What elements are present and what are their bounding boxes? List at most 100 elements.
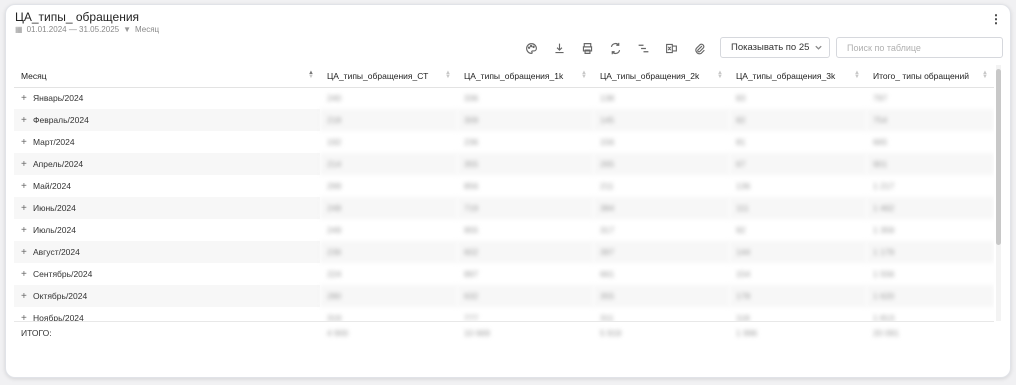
- value-cell: 856: [464, 181, 479, 191]
- download-icon[interactable]: [552, 41, 566, 55]
- data-table: Месяц ▲ ▼ ЦА_типы_обращения_СТ ▲ ▼ ЦА_типы_о…: [14, 65, 994, 321]
- column-header[interactable]: Месяц ▲ ▼: [14, 65, 320, 88]
- month-cell: + Апрель/2024: [14, 153, 320, 175]
- value-cell: 661: [600, 269, 615, 279]
- expand-icon[interactable]: +: [21, 115, 29, 126]
- total-cell: 4 900: [327, 327, 349, 338]
- hierarchy-icon[interactable]: [636, 41, 650, 55]
- table-row[interactable]: + Июль/2024 249 955 317 92 1 359: [14, 219, 994, 241]
- value-cell: 154: [736, 269, 751, 279]
- month-label: Май/2024: [33, 180, 71, 191]
- column-header[interactable]: ЦА_типы_обращения_3k ▲ ▼: [729, 65, 866, 88]
- value-cell: 136: [736, 181, 751, 191]
- palette-icon[interactable]: [524, 41, 538, 55]
- report-card: ЦА_типы_ обращения ▦ 01.01.2024 — 31.05.…: [5, 4, 1011, 378]
- table-row[interactable]: + Март/2024 192 236 156 81 665: [14, 131, 994, 153]
- table-row[interactable]: + Январь/2024 240 336 138 83 797: [14, 87, 994, 109]
- table-row[interactable]: + Февраль/2024 218 309 145 82 754: [14, 109, 994, 131]
- value-cell: 224: [327, 269, 342, 279]
- sort-icon[interactable]: ▲ ▼: [982, 70, 988, 80]
- excel-icon[interactable]: [664, 41, 678, 55]
- value-cell: 280: [320, 285, 457, 307]
- expand-icon[interactable]: +: [21, 137, 29, 148]
- total-cell: 5 919: [600, 327, 622, 338]
- value-cell: 355: [593, 285, 729, 307]
- date-range: 01.01.2024 — 31.05.2025: [26, 25, 120, 34]
- table-row[interactable]: + Май/2024 299 856 211 136 1 217: [14, 175, 994, 197]
- sort-icon[interactable]: ▲ ▼: [581, 70, 587, 80]
- table-header-row: Месяц ▲ ▼ ЦА_типы_обращения_СТ ▲ ▼ ЦА_типы_о…: [14, 65, 994, 88]
- more-menu-icon[interactable]: ⋮: [990, 13, 1002, 25]
- sort-icon[interactable]: ▲ ▼: [854, 70, 860, 80]
- month-label: Июль/2024: [33, 224, 76, 235]
- month-cell: + Май/2024: [14, 175, 320, 197]
- value-cell: 156: [600, 137, 615, 147]
- value-cell: 665: [873, 137, 888, 147]
- value-cell: 81: [736, 137, 746, 147]
- table-toolbar: [524, 41, 706, 55]
- value-cell: 144: [729, 241, 866, 263]
- report-title: ЦА_типы_ обращения: [15, 10, 140, 24]
- month-label: Ноябрь/2024: [33, 312, 84, 322]
- table-row[interactable]: + Апрель/2024 214 355 265 67 901: [14, 153, 994, 175]
- value-cell: 336: [464, 93, 479, 104]
- value-cell: 1 462: [866, 197, 994, 219]
- total-cell: 10 669: [464, 327, 490, 338]
- value-cell: 178: [729, 285, 866, 307]
- expand-icon[interactable]: +: [21, 203, 29, 214]
- month-cell: + Январь/2024: [14, 87, 320, 109]
- page-size-value: Показывать по 25: [731, 42, 810, 53]
- expand-icon[interactable]: +: [21, 225, 29, 236]
- column-header[interactable]: ЦА_типы_обращения_2k ▲ ▼: [593, 65, 729, 88]
- table-row[interactable]: + Август/2024 236 602 397 144 1 179: [14, 241, 994, 263]
- value-cell: 1 813: [873, 313, 895, 321]
- total-cell: 1 996: [736, 327, 758, 338]
- month-label: Июнь/2024: [33, 202, 76, 213]
- value-cell: 1 359: [873, 225, 895, 235]
- table-row[interactable]: + Июнь/2024 248 719 384 111 1 462: [14, 197, 994, 219]
- refresh-icon[interactable]: [608, 41, 622, 55]
- table-search-input[interactable]: [836, 37, 1003, 58]
- value-cell: 1 556: [873, 269, 895, 279]
- table-scrollbar[interactable]: [996, 65, 1001, 321]
- expand-icon[interactable]: +: [21, 93, 29, 104]
- chevron-down-icon: [814, 43, 823, 55]
- value-cell: 1 179: [866, 241, 994, 263]
- month-cell: + Июль/2024: [14, 219, 320, 241]
- table-row[interactable]: + Ноябрь/2024 319 777 311 118 1 813: [14, 307, 994, 322]
- value-cell: 248: [320, 197, 457, 219]
- month-label: Январь/2024: [33, 92, 84, 103]
- print-icon[interactable]: [580, 41, 594, 55]
- expand-icon[interactable]: +: [21, 291, 29, 302]
- month-cell: + Февраль/2024: [14, 109, 320, 131]
- value-cell: 265: [593, 153, 729, 175]
- column-header[interactable]: ЦА_типы_обращения_1k ▲ ▼: [457, 65, 593, 88]
- expand-icon[interactable]: +: [21, 313, 29, 322]
- expand-icon[interactable]: +: [21, 159, 29, 170]
- month-cell: + Июнь/2024: [14, 197, 320, 219]
- month-label: Февраль/2024: [33, 114, 89, 125]
- expand-icon[interactable]: +: [21, 247, 29, 258]
- expand-icon[interactable]: +: [21, 269, 29, 280]
- sort-icon[interactable]: ▲ ▼: [308, 70, 314, 80]
- table-row[interactable]: + Октябрь/2024 280 632 355 178 1 620: [14, 285, 994, 307]
- month-label: Сентябрь/2024: [33, 268, 93, 279]
- sort-icon[interactable]: ▲ ▼: [445, 70, 451, 80]
- month-cell: + Август/2024: [14, 241, 320, 263]
- scrollbar-thumb[interactable]: [996, 69, 1001, 245]
- expand-icon[interactable]: +: [21, 181, 29, 192]
- filter-label: Месяц: [135, 25, 160, 34]
- column-header[interactable]: Итого_ типы обращений ▲ ▼: [866, 65, 994, 88]
- table-row[interactable]: + Сентябрь/2024 224 897 661 154 1 556: [14, 263, 994, 285]
- value-cell: 777: [464, 313, 479, 321]
- value-cell: 955: [464, 225, 479, 235]
- value-cell: 719: [457, 197, 593, 219]
- attachment-icon[interactable]: [692, 41, 706, 55]
- value-cell: 797: [873, 93, 888, 104]
- value-cell: 236: [464, 137, 479, 147]
- column-header[interactable]: ЦА_типы_обращения_СТ ▲ ▼: [320, 65, 457, 88]
- value-cell: 602: [457, 241, 593, 263]
- value-cell: 309: [457, 109, 593, 131]
- sort-icon[interactable]: ▲ ▼: [717, 70, 723, 80]
- page-size-select[interactable]: Показывать по 25: [720, 37, 830, 58]
